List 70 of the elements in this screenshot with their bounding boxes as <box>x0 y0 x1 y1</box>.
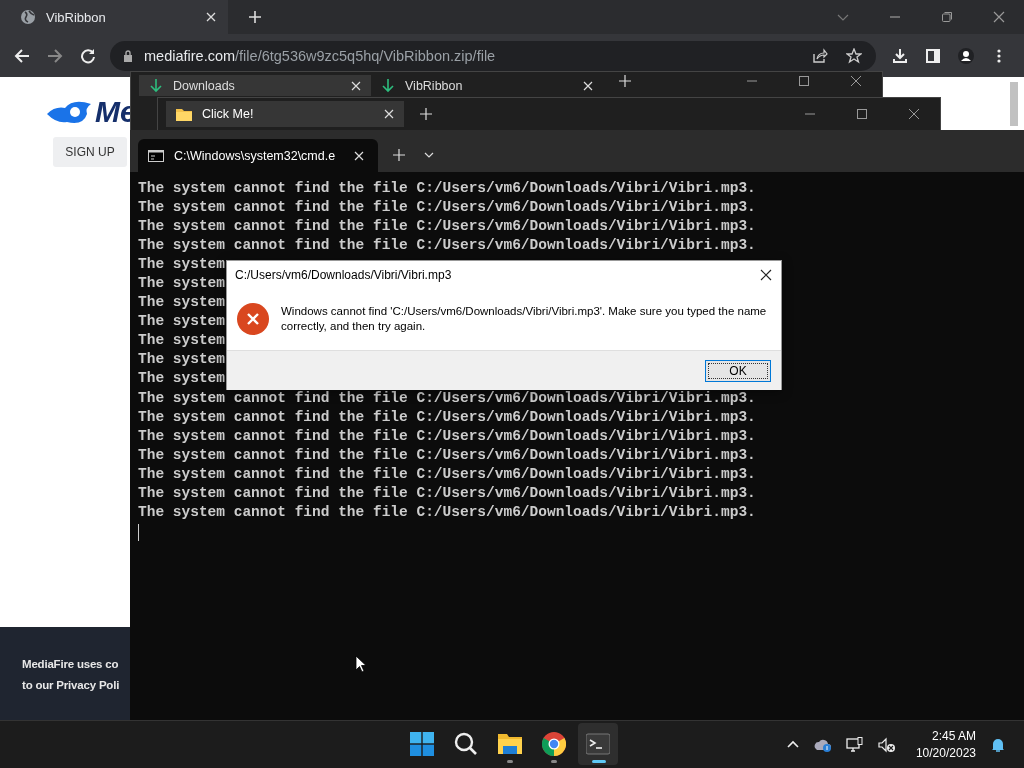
chevron-down-icon[interactable] <box>424 150 434 160</box>
folder-icon <box>176 106 192 122</box>
close-icon[interactable] <box>908 108 920 120</box>
text-cursor <box>138 523 139 541</box>
terminal-output-line: The system cannot find the file C:/Users/vm6/Downloads/Vibri/Vibri.mp3. <box>138 407 756 427</box>
terminal-output-line: The system cannot find the file C:/Users/vm6/Downloads/Vibri/Vibri.mp3. <box>138 426 756 446</box>
terminal-output-line: The system <box>138 274 225 294</box>
bell-icon[interactable] <box>990 736 1006 753</box>
speaker-muted-icon[interactable] <box>877 736 896 753</box>
new-tab-icon[interactable] <box>420 108 432 120</box>
close-icon[interactable] <box>760 268 772 281</box>
reload-icon[interactable] <box>80 47 96 64</box>
terminal-output-line: The system <box>138 255 225 275</box>
sign-up-button[interactable]: SIGN UP <box>53 137 127 167</box>
error-icon <box>237 303 269 335</box>
lock-icon <box>122 49 134 62</box>
terminal-output-line: The system cannot find the file C:/Users/vm6/Downloads/Vibri/Vibri.mp3. <box>138 483 756 503</box>
terminal-output-line: The system cannot find the file C:/Users/vm6/Downloads/Vibri/Vibri.mp3. <box>138 236 756 256</box>
terminal-output-line: The system cannot find the file C:/Users/vm6/Downloads/Vibri/Vibri.mp3. <box>138 217 756 237</box>
taskbar-app[interactable] <box>578 723 618 765</box>
cookie-text: to our Privacy Poli <box>22 678 120 693</box>
back-arrow-icon[interactable] <box>14 47 30 64</box>
chrome-icon <box>542 732 566 756</box>
folder-icon <box>498 732 522 756</box>
error-message: Windows cannot find 'C:/Users/vm6/Downloads/Vibri/Vibri.mp3'. Make sure you typed the name correctly, and then try again. <box>281 304 768 334</box>
new-tab-icon[interactable] <box>248 10 262 24</box>
terminal-tab[interactable]: C:\Windows\system32\cmd.e <box>138 139 378 172</box>
browser-tab[interactable]: VibRibbon <box>0 0 228 34</box>
terminal-output-line: The system cannot find the file C:/Users/vm6/Downloads/Vibri/Vibri.mp3. <box>138 445 756 465</box>
terminal-output-line: The system <box>138 350 225 370</box>
star-icon[interactable] <box>846 47 862 64</box>
mouse-cursor-icon <box>355 655 367 673</box>
download-arrow-icon <box>381 78 395 93</box>
terminal-output-line: The system cannot find the file C:/Users/vm6/Downloads/Vibri/Vibri.mp3. <box>138 464 756 484</box>
terminal-output-line: The system cannot find the file C:/Users/vm6/Downloads/Vibri/Vibri.mp3. <box>138 502 756 522</box>
terminal-output-line: The system cannot find the file C:/Users/vm6/Downloads/Vibri/Vibri.mp3. <box>138 179 756 198</box>
url-text: mediafire.com/file/6tg536w9zc5q5hq/VibRibbon.zip/file <box>144 47 496 64</box>
address-bar[interactable]: mediafire.com/file/6tg536w9zc5q5hq/VibRibbon.zip/file <box>110 40 876 71</box>
network-icon[interactable] <box>845 736 864 753</box>
search-icon <box>454 732 478 756</box>
explorer-tab[interactable]: VibRibbon <box>371 75 603 96</box>
windows-logo-icon <box>410 732 434 756</box>
share-icon[interactable] <box>812 47 828 64</box>
explorer-tab[interactable]: Click Me! <box>166 101 404 127</box>
terminal-output-line: The system <box>138 331 225 351</box>
new-tab-icon[interactable] <box>393 149 405 161</box>
ok-button[interactable]: OK <box>705 359 771 382</box>
cookie-text: MediaFire uses co <box>22 657 119 672</box>
terminal-output-line: The system cannot find the file C:/Users/vm6/Downloads/Vibri/Vibri.mp3. <box>138 198 756 218</box>
download-icon[interactable] <box>892 47 908 64</box>
terminal-output-line: The system cannot find the file C:/Users/vm6/Downloads/Vibri/Vibri.mp3. <box>138 388 756 408</box>
globe-icon <box>20 9 36 25</box>
scrollbar[interactable] <box>1010 82 1018 126</box>
profile-icon[interactable] <box>958 47 974 64</box>
maximize-icon[interactable] <box>856 108 868 120</box>
dialog-title: C:/Users/vm6/Downloads/Vibri/Vibri.mp3 <box>235 267 452 282</box>
terminal-output-line: The system <box>138 293 225 313</box>
close-icon[interactable] <box>850 75 862 87</box>
terminal-icon <box>586 732 610 756</box>
download-arrow-icon <box>149 78 163 93</box>
restore-icon[interactable] <box>941 11 953 23</box>
terminal-output-line: The system <box>138 312 225 332</box>
clock[interactable]: 2:45 AM 10/20/2023 <box>915 727 976 762</box>
terminal-output-line: The system <box>138 369 225 389</box>
new-tab-icon[interactable] <box>619 75 631 87</box>
forward-arrow-icon[interactable] <box>47 47 63 64</box>
command-prompt-icon <box>148 147 164 164</box>
explorer-tab[interactable]: Downloads <box>139 75 371 96</box>
side-panel-icon[interactable] <box>925 47 941 64</box>
maximize-icon[interactable] <box>798 75 810 87</box>
